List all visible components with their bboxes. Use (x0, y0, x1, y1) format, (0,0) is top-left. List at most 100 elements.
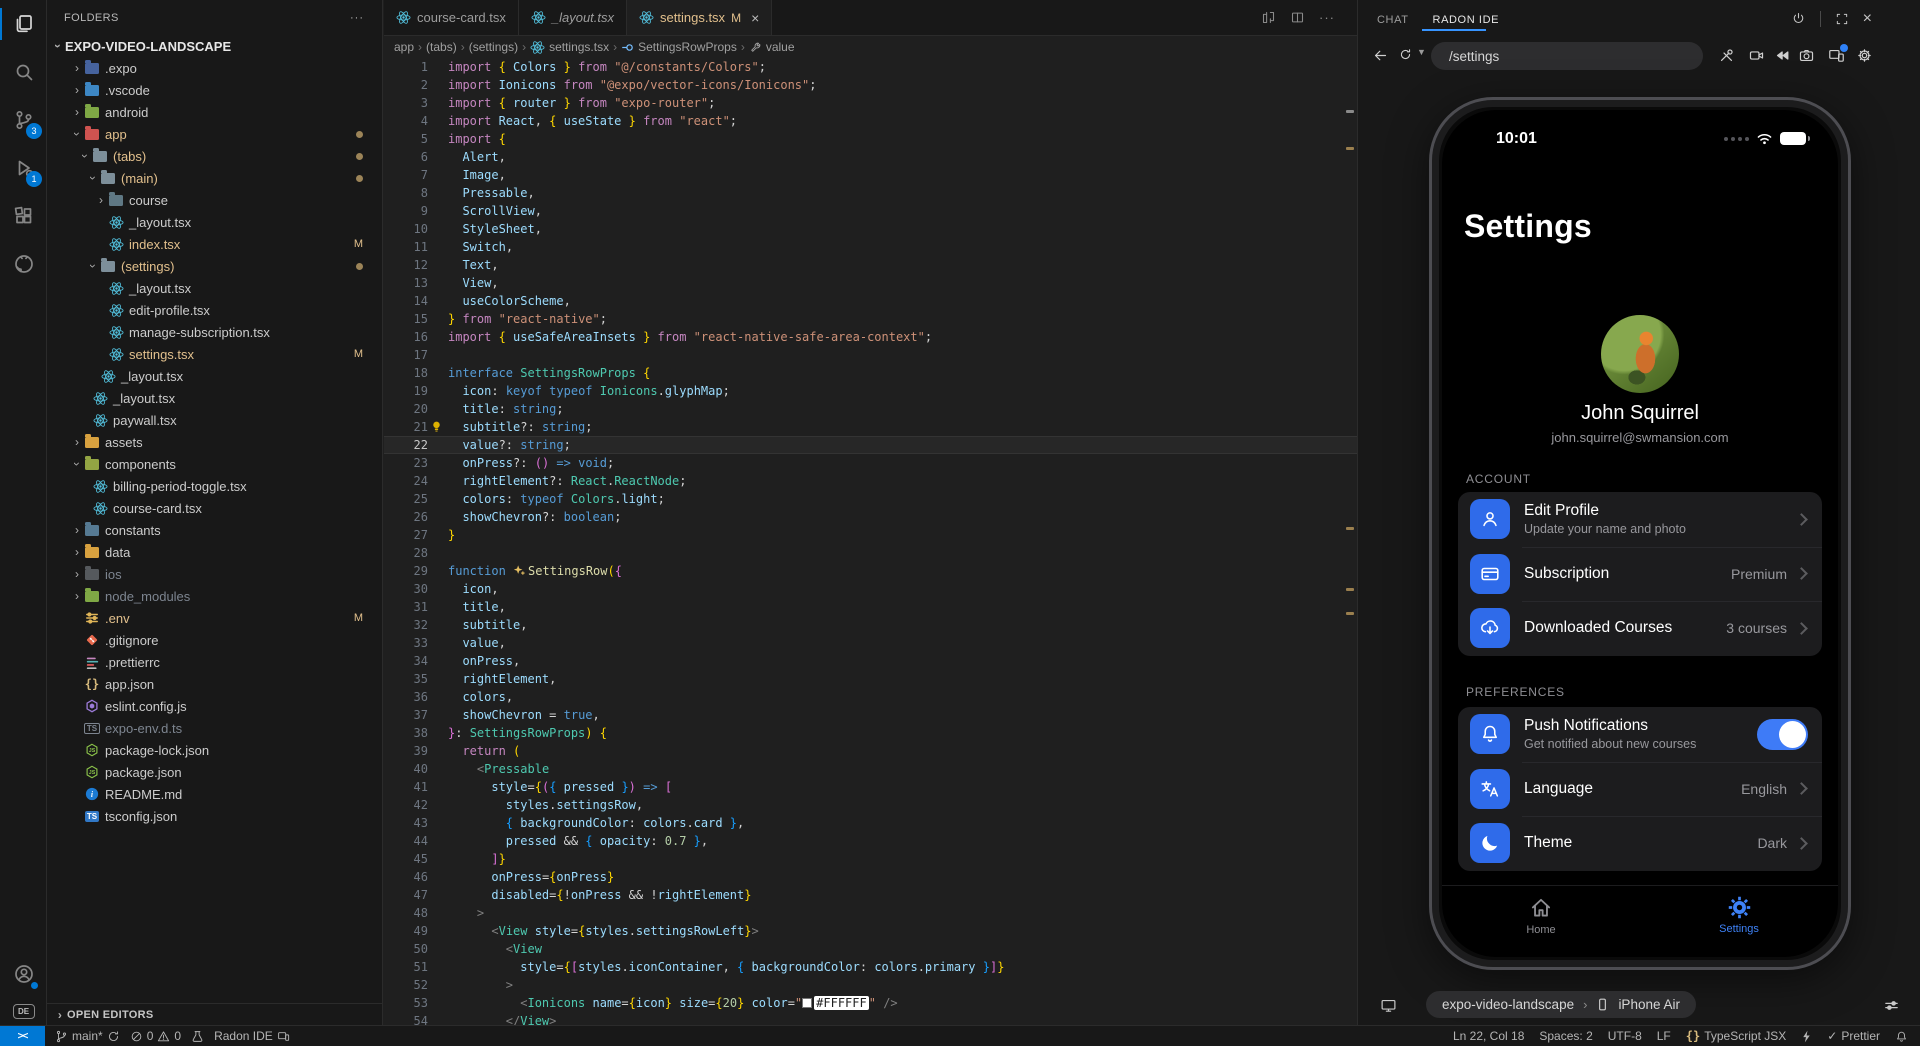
notifications[interactable] (1895, 1030, 1908, 1043)
device-selector[interactable]: expo-video-landscape › iPhone Air (1426, 991, 1696, 1018)
activity-source-control-icon[interactable]: 3 (0, 96, 47, 144)
tree-item[interactable]: .envM (47, 607, 382, 629)
breadcrumb-segment[interactable]: app (394, 40, 414, 54)
compare-icon[interactable] (1261, 10, 1276, 25)
breadcrumb-segment[interactable]: settings.tsx (530, 40, 609, 55)
activity-search-icon[interactable] (0, 48, 47, 96)
tree-item[interactable]: ›components (47, 453, 382, 475)
panel-settings-gear-icon[interactable] (1856, 47, 1873, 64)
settings-row-push-notifications[interactable]: Push NotificationsGet notified about new… (1458, 707, 1822, 762)
settings-row-subscription[interactable]: SubscriptionPremium (1458, 547, 1822, 602)
root-folder-row[interactable]: › EXPO-VIDEO-LANDSCAPE (47, 35, 382, 57)
editor-tab-_layout-tsx[interactable]: _layout.tsx (519, 0, 627, 35)
tree-item[interactable]: ›.vscode (47, 79, 382, 101)
radon-tool-status[interactable] (191, 1030, 204, 1043)
editor-tab-settings-tsx[interactable]: settings.tsxM× (627, 0, 772, 35)
tree-item[interactable]: .gitignore (47, 629, 382, 651)
tree-item[interactable]: JSpackage.json (47, 761, 382, 783)
encoding[interactable]: UTF-8 (1608, 1029, 1642, 1043)
toggle-switch-on[interactable] (1757, 719, 1808, 750)
tree-item[interactable]: _layout.tsx (47, 277, 382, 299)
tree-item[interactable]: paywall.tsx (47, 409, 382, 431)
tree-item[interactable]: ›app (47, 123, 382, 145)
settings-row-edit-profile[interactable]: Edit ProfileUpdate your name and photo (1458, 492, 1822, 547)
manage-devices-icon[interactable] (1828, 47, 1845, 64)
tree-item[interactable]: TSexpo-env.d.ts (47, 717, 382, 739)
settings-row-downloaded-courses[interactable]: Downloaded Courses3 courses (1458, 601, 1822, 656)
tree-item[interactable]: edit-profile.tsx (47, 299, 382, 321)
tab-chat[interactable]: CHAT (1377, 12, 1409, 26)
tree-item[interactable]: index.tsxM (47, 233, 382, 255)
device-frame-icon[interactable] (1380, 997, 1397, 1014)
accounts-icon[interactable] (0, 950, 47, 998)
power-icon[interactable] (1791, 11, 1806, 26)
activity-extensions-icon[interactable] (0, 192, 47, 240)
tree-item[interactable]: manage-subscription.tsx (47, 321, 382, 343)
tree-item[interactable]: settings.tsxM (47, 343, 382, 365)
radon-ide-status[interactable]: Radon IDE (214, 1029, 290, 1043)
tree-item[interactable]: ›ios (47, 563, 382, 585)
profile-badge[interactable]: DE (13, 1004, 35, 1019)
formatter[interactable]: ✓Prettier (1827, 1029, 1880, 1043)
tree-item[interactable]: course-card.tsx (47, 497, 382, 519)
breadcrumb-segment[interactable]: value (749, 40, 795, 54)
screenshot-camera-icon[interactable] (1798, 47, 1815, 64)
tree-item[interactable]: JSpackage-lock.json (47, 739, 382, 761)
breadcrumb-segment[interactable]: SettingsRowProps (621, 40, 737, 54)
editor-tab-course-card-tsx[interactable]: course-card.tsx (384, 0, 519, 35)
activity-github-icon[interactable] (0, 240, 47, 288)
lightbulb-icon[interactable] (430, 420, 443, 433)
back-icon[interactable] (1372, 47, 1389, 64)
profile-avatar[interactable] (1601, 315, 1679, 393)
settings-row-theme[interactable]: ThemeDark (1458, 816, 1822, 871)
tree-item[interactable]: .prettierrc (47, 651, 382, 673)
eol[interactable]: LF (1657, 1029, 1671, 1043)
tree-item[interactable]: eslint.config.js (47, 695, 382, 717)
iphone-screen[interactable]: 10:01 Settings John Squirrel john.squirr… (1442, 110, 1838, 957)
language-mode[interactable]: {}TypeScript JSX (1686, 1029, 1786, 1043)
tree-item[interactable]: ›assets (47, 431, 382, 453)
tree-item[interactable]: _layout.tsx (47, 365, 382, 387)
quick-action[interactable] (1801, 1030, 1812, 1043)
tools-icon[interactable] (1718, 47, 1735, 64)
route-url-input[interactable]: /settings (1431, 42, 1703, 70)
cursor-position[interactable]: Ln 22, Col 18 (1453, 1029, 1524, 1043)
tree-item[interactable]: billing-period-toggle.tsx (47, 475, 382, 497)
replay-icon[interactable] (1774, 47, 1791, 64)
tree-item[interactable]: ›constants (47, 519, 382, 541)
device-settings-sliders-icon[interactable] (1883, 997, 1900, 1014)
git-branch-status[interactable]: main* (55, 1029, 120, 1043)
breadcrumb-segment[interactable]: (settings) (469, 40, 518, 54)
remote-indicator[interactable]: >< (0, 1026, 45, 1046)
tree-item[interactable]: ›(tabs) (47, 145, 382, 167)
activity-explorer-icon[interactable] (0, 0, 47, 48)
close-icon[interactable]: × (1863, 11, 1872, 27)
tree-item[interactable]: ›.expo (47, 57, 382, 79)
tree-item[interactable]: {}app.json (47, 673, 382, 695)
breadcrumb-segment[interactable]: (tabs) (426, 40, 457, 54)
explorer-more-actions-icon[interactable]: ··· (350, 12, 364, 24)
split-editor-icon[interactable] (1290, 10, 1305, 25)
tree-item[interactable]: _layout.tsx (47, 387, 382, 409)
fullscreen-icon[interactable] (1835, 12, 1849, 26)
tree-item[interactable]: ›android (47, 101, 382, 123)
tree-item[interactable]: ›data (47, 541, 382, 563)
tree-item[interactable]: _layout.tsx (47, 211, 382, 233)
reload-dropdown-caret-icon[interactable]: ▼ (1417, 47, 1426, 57)
screen-recording-icon[interactable] (1748, 47, 1765, 64)
tree-item[interactable]: ›course (47, 189, 382, 211)
tree-item[interactable]: TStsconfig.json (47, 805, 382, 827)
ios-tab-home[interactable]: Home (1442, 886, 1640, 957)
activity-run-and-debug-icon[interactable]: 1 (0, 144, 47, 192)
problems-status[interactable]: 00 (130, 1029, 181, 1043)
ios-tab-settings[interactable]: Settings (1640, 886, 1838, 957)
reload-icon[interactable] (1398, 47, 1413, 62)
tree-item[interactable]: iREADME.md (47, 783, 382, 805)
open-editors-section[interactable]: › OPEN EDITORS (47, 1003, 382, 1025)
tree-item[interactable]: ›(main) (47, 167, 382, 189)
more-icon[interactable]: ··· (1319, 10, 1335, 25)
close-tab-icon[interactable]: × (751, 10, 759, 26)
tab-radon-ide[interactable]: RADON IDE (1433, 12, 1500, 26)
tree-item[interactable]: ›(settings) (47, 255, 382, 277)
tree-item[interactable]: ›node_modules (47, 585, 382, 607)
